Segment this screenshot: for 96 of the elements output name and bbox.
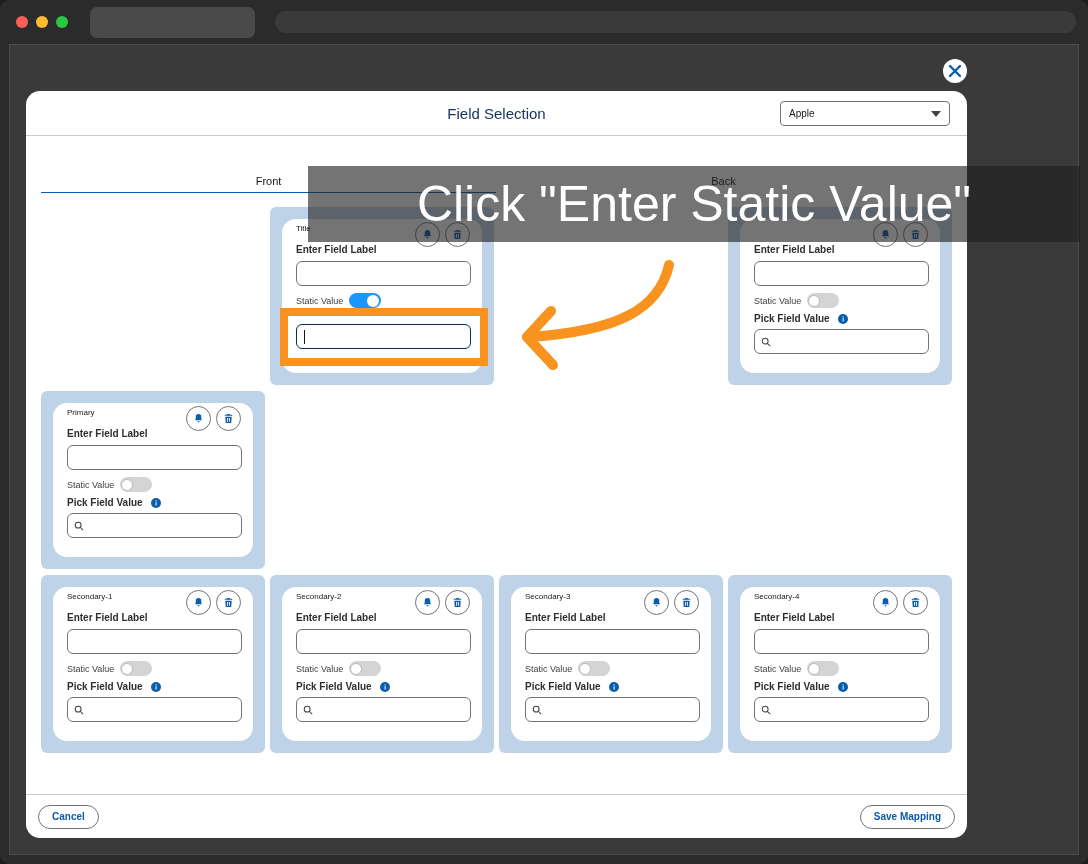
static-value-label: Static Value [296, 663, 344, 674]
dialog-title: Field Selection [447, 104, 546, 122]
cancel-button[interactable]: Cancel [38, 804, 99, 829]
static-value-toggle[interactable] [120, 661, 153, 676]
slot-label: Secondary-3 [525, 592, 571, 603]
info-icon[interactable] [150, 681, 161, 692]
delete-button[interactable] [903, 222, 928, 247]
static-value-label: Static Value [754, 663, 802, 674]
delete-button[interactable] [674, 590, 699, 615]
field-label-heading: Enter Field Label [296, 244, 378, 255]
info-icon[interactable] [150, 497, 161, 508]
delete-button[interactable] [216, 406, 241, 431]
search-icon [74, 704, 84, 715]
bell-icon [193, 413, 204, 424]
static-value-toggle[interactable] [349, 293, 382, 308]
bell-icon [193, 597, 204, 608]
search-field[interactable] [67, 513, 242, 538]
text-cursor [304, 330, 305, 344]
static-value-label: Static Value [67, 479, 115, 490]
slot-label: Secondary-2 [296, 592, 342, 603]
search-field[interactable] [67, 697, 242, 722]
trash-icon [910, 229, 921, 240]
static-value-toggle[interactable] [349, 661, 382, 676]
close-button[interactable] [943, 59, 967, 83]
bell-icon [422, 229, 433, 240]
trash-icon [910, 597, 921, 608]
pick-field-heading: Pick Field Value [67, 681, 143, 692]
field-label-input[interactable] [296, 261, 471, 286]
bell-icon [422, 597, 433, 608]
bell-button[interactable] [415, 590, 440, 615]
search-field[interactable] [525, 697, 700, 722]
slot-label: Secondary-4 [754, 592, 800, 603]
maximize-window-icon[interactable] [56, 16, 68, 28]
bell-icon [651, 597, 662, 608]
delete-button[interactable] [445, 222, 470, 247]
bell-icon [880, 597, 891, 608]
field-label-heading: Enter Field Label [525, 612, 607, 623]
delete-button[interactable] [445, 590, 470, 615]
static-value-input[interactable] [296, 324, 471, 349]
static-value-label: Static Value [754, 295, 802, 306]
pick-field-heading: Pick Field Value [525, 681, 601, 692]
pick-field-heading: Pick Field Value [296, 681, 372, 692]
field-label-input[interactable] [754, 629, 929, 654]
field-label-input[interactable] [67, 445, 242, 470]
info-icon[interactable] [379, 681, 390, 692]
bell-button[interactable] [186, 406, 211, 431]
caret-icon [931, 110, 941, 117]
field-label-heading: Enter Field Label [296, 612, 378, 623]
trash-icon [681, 597, 692, 608]
info-icon[interactable] [837, 681, 848, 692]
trash-icon [452, 597, 463, 608]
close-window-icon[interactable] [16, 16, 28, 28]
search-field[interactable] [754, 697, 929, 722]
trash-icon [223, 597, 234, 608]
search-field[interactable] [296, 697, 471, 722]
delete-button[interactable] [903, 590, 928, 615]
minimize-window-icon[interactable] [36, 16, 48, 28]
pick-field-heading: Pick Field Value [754, 313, 830, 324]
bell-button[interactable] [186, 590, 211, 615]
field-label-heading: Enter Field Label [754, 612, 836, 623]
static-value-toggle[interactable] [578, 661, 611, 676]
static-value-label: Static Value [67, 663, 115, 674]
pick-field-heading: Pick Field Value [754, 681, 830, 692]
search-icon [74, 520, 84, 531]
static-value-toggle[interactable] [120, 477, 153, 492]
search-icon [303, 704, 313, 715]
field-label-heading: Enter Field Label [67, 428, 149, 439]
info-icon[interactable] [608, 681, 619, 692]
static-value-label: Static Value [525, 663, 573, 674]
bell-button[interactable] [873, 590, 898, 615]
info-icon[interactable] [837, 313, 848, 324]
search-icon [761, 704, 771, 715]
dropdown[interactable]: Apple [780, 101, 950, 126]
bell-button[interactable] [644, 590, 669, 615]
static-value-toggle[interactable] [807, 293, 840, 308]
delete-button[interactable] [216, 590, 241, 615]
field-label-input[interactable] [525, 629, 700, 654]
bell-button[interactable] [873, 222, 898, 247]
field-label-input[interactable] [296, 629, 471, 654]
bell-button[interactable] [415, 222, 440, 247]
trash-icon [223, 413, 234, 424]
field-label-heading: Enter Field Label [754, 244, 836, 255]
field-label-heading: Enter Field Label [67, 612, 149, 623]
field-label-input[interactable] [754, 261, 929, 286]
search-field[interactable] [754, 329, 929, 354]
bell-icon [880, 229, 891, 240]
search-icon [761, 336, 771, 347]
save-button[interactable]: Save Mapping [859, 804, 955, 829]
search-icon [532, 704, 542, 715]
pick-field-heading: Pick Field Value [67, 497, 143, 508]
slot-label: Secondary-1 [67, 592, 113, 603]
static-value-toggle[interactable] [807, 661, 840, 676]
trash-icon [452, 229, 463, 240]
slot-label: Primary [67, 408, 95, 419]
field-label-input[interactable] [67, 629, 242, 654]
static-value-label: Static Value [296, 295, 344, 306]
